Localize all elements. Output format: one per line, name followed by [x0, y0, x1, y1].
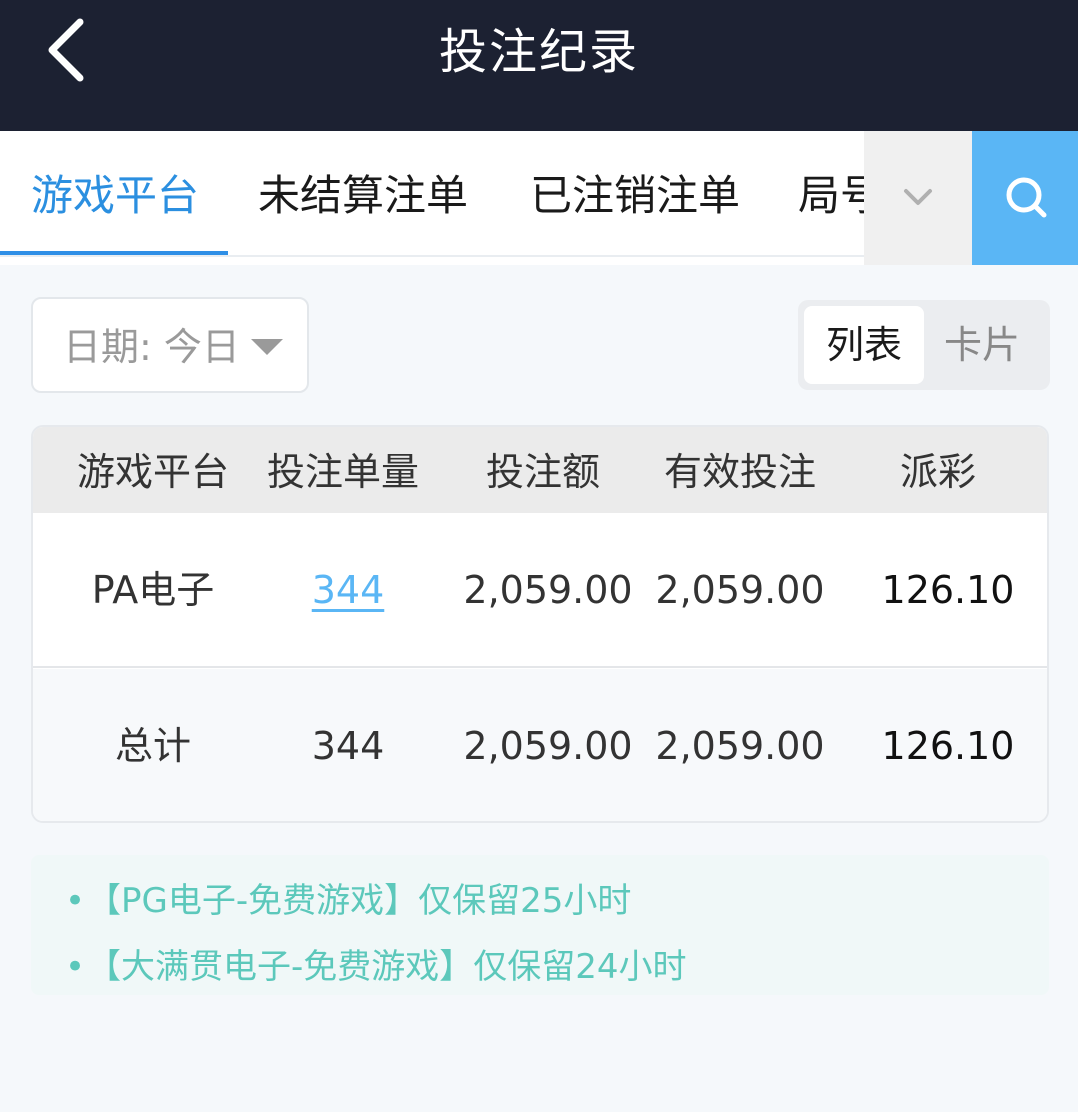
search-icon	[1006, 177, 1047, 218]
more-tabs-button[interactable]	[864, 131, 972, 265]
view-card-option[interactable]: 卡片	[922, 306, 1042, 384]
notice-text: 【PG电子-免费游戏】仅保留25小时	[87, 881, 632, 921]
view-list-option[interactable]: 列表	[804, 306, 924, 384]
chevron-down-icon	[904, 189, 932, 205]
cell-valid-bet: 2,059.00	[655, 568, 825, 612]
tabs-scroll[interactable]: 游戏平台 未结算注单 已注销注单 局号	[0, 131, 864, 257]
bullet-icon: •	[65, 881, 86, 921]
top-app-bar: 投注纪录	[0, 0, 1078, 131]
table-header: 游戏平台 投注单量 投注额 有效投注 派彩	[33, 427, 1047, 513]
tab-game-platform[interactable]: 游戏平台	[31, 131, 199, 255]
total-label: 总计	[114, 724, 191, 768]
tab-round-number[interactable]: 局号	[798, 131, 864, 255]
date-filter-dropdown[interactable]: 日期: 今日	[31, 297, 309, 393]
column-header-amount: 投注额	[485, 450, 600, 494]
total-amount: 2,059.00	[463, 724, 633, 768]
notice-box: •【PG电子-免费游戏】仅保留25小时 •【大满贯电子-免费游戏】仅保留24小时	[31, 855, 1049, 995]
total-valid-bet: 2,059.00	[655, 724, 825, 768]
cell-platform: PA电子	[91, 568, 215, 612]
column-header-platform: 游戏平台	[76, 450, 229, 494]
caret-down-icon	[251, 339, 283, 355]
tab-unsettled[interactable]: 未结算注单	[258, 131, 468, 255]
date-filter-label: 日期: 今日	[63, 325, 240, 369]
notice-text: 【大满贯电子-免费游戏】仅保留24小时	[87, 947, 687, 987]
tab-cancelled[interactable]: 已注销注单	[530, 131, 740, 255]
table-total-row: 总计 344 2,059.00 2,059.00 126.10	[33, 669, 1047, 821]
bullet-icon: •	[65, 947, 86, 987]
search-button[interactable]	[972, 131, 1078, 265]
cell-amount: 2,059.00	[463, 568, 633, 612]
total-payout: 126.10	[881, 724, 1015, 768]
table-row: PA电子 344 2,059.00 2,059.00 126.10	[33, 513, 1047, 668]
notice-item: •【PG电子-免费游戏】仅保留25小时	[65, 873, 631, 922]
tab-bar: 游戏平台 未结算注单 已注销注单 局号	[0, 131, 1078, 265]
total-count: 344	[311, 724, 385, 768]
cell-payout: 126.10	[881, 568, 1015, 612]
column-header-payout: 派彩	[899, 450, 976, 494]
notice-item: •【大满贯电子-免费游戏】仅保留24小时	[65, 939, 687, 988]
column-header-valid-bet: 有效投注	[663, 450, 816, 494]
column-header-count: 投注单量	[266, 450, 419, 494]
cell-count-link[interactable]: 344	[288, 513, 408, 668]
summary-table: 游戏平台 投注单量 投注额 有效投注 派彩 PA电子 344 2,059.00 …	[31, 425, 1049, 823]
view-toggle: 列表 卡片	[798, 300, 1050, 390]
active-tab-indicator	[0, 251, 228, 255]
page-title: 投注纪录	[438, 24, 639, 80]
